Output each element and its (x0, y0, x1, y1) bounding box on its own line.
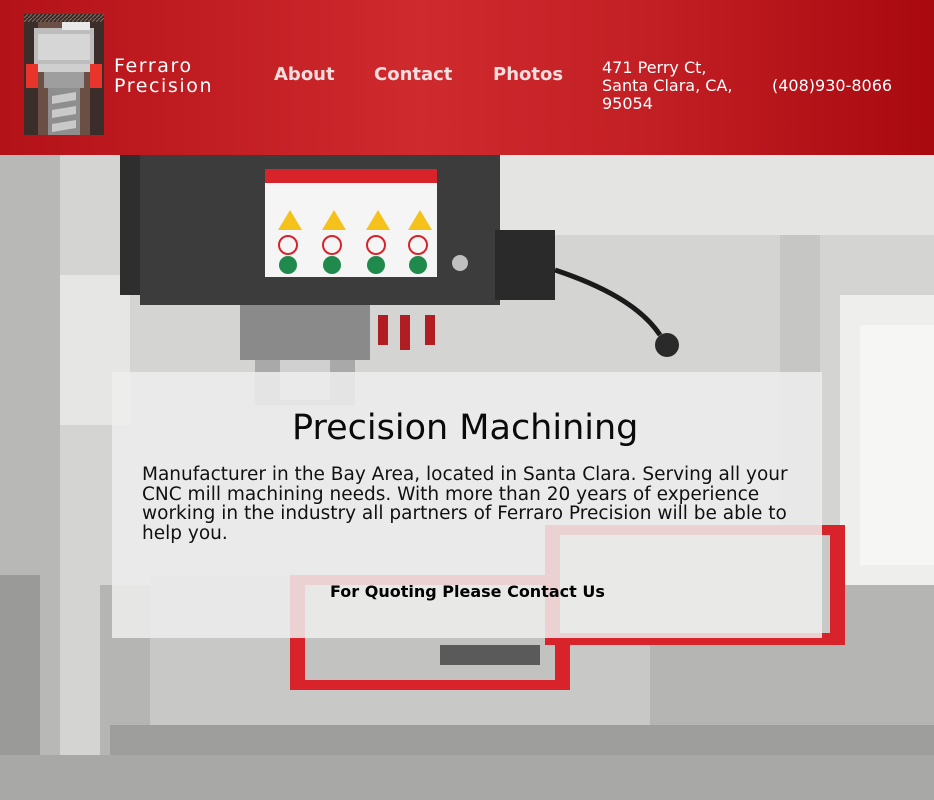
address-text: 471 Perry Ct, Santa Clara, CA, 95054 (602, 59, 752, 113)
quote-cta[interactable]: For Quoting Please Contact Us (330, 582, 605, 601)
site-header: Ferraro Precision About Contact Photos 4… (0, 0, 934, 155)
intro-card: Precision Machining Manufacturer in the … (112, 372, 822, 638)
page: Ferraro Precision About Contact Photos 4… (0, 0, 934, 800)
ferraro-precision-logo[interactable] (24, 14, 104, 135)
brand-name[interactable]: Ferraro Precision (114, 56, 213, 96)
nav-about-link[interactable]: About (274, 64, 335, 85)
page-title: Precision Machining (292, 408, 639, 448)
address-line-2: Santa Clara, CA, (602, 76, 733, 95)
brand-line-2: Precision (114, 75, 214, 97)
nav-contact-link[interactable]: Contact (374, 64, 452, 85)
phone-number[interactable]: (408)930-8066 (772, 77, 892, 95)
address-line-1: 471 Perry Ct, (602, 58, 707, 77)
address-line-3: 95054 (602, 94, 653, 113)
nav-photos-link[interactable]: Photos (493, 64, 563, 85)
intro-description: Manufacturer in the Bay Area, located in… (142, 464, 788, 544)
brand-line-1: Ferraro (114, 55, 193, 77)
